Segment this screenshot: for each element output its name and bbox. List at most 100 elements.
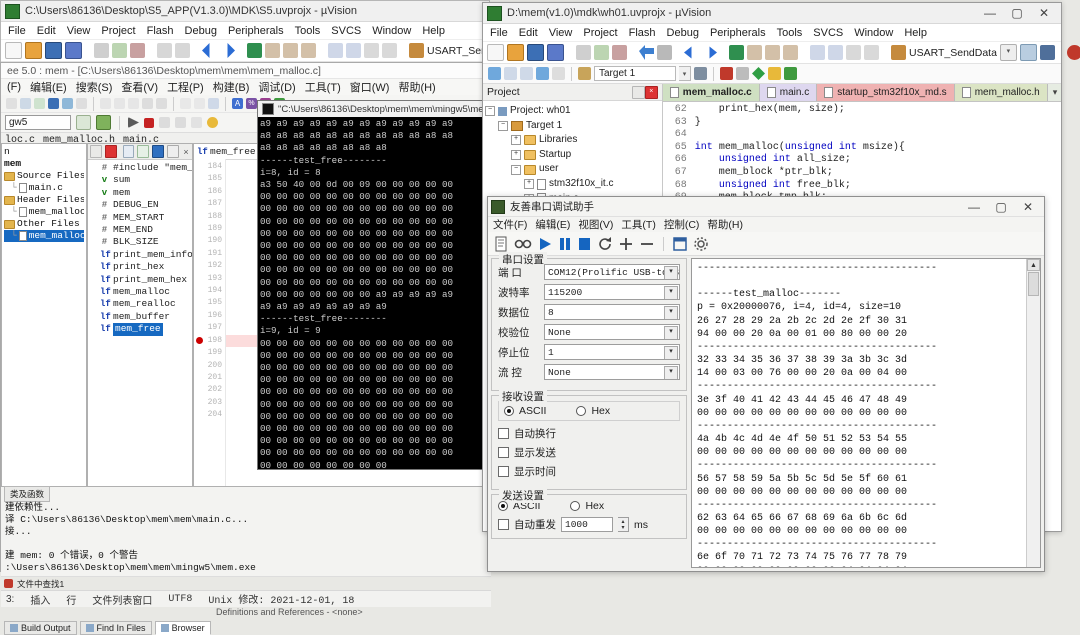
forward-icon[interactable] [702, 45, 717, 60]
pack-installer-icon[interactable] [720, 67, 733, 80]
paste-icon[interactable] [612, 45, 627, 60]
window-serial-assistant[interactable]: 友善串口调试助手 — ▢ ✕ 文件(F)编辑(E)视图(V)工具(T)控制(C)… [487, 196, 1045, 572]
si-tree-node-0[interactable]: n [4, 146, 84, 158]
save-all-icon[interactable] [62, 98, 73, 109]
forward-icon[interactable] [20, 98, 31, 109]
bookmark-icon[interactable] [247, 43, 262, 58]
uv-code-line-6[interactable]: 68 unsigned int free_blk; [663, 180, 1061, 193]
si-menu-item-8[interactable]: 窗口(W) [350, 79, 390, 95]
checkbox-icon[interactable] [498, 428, 509, 439]
console-titlebar[interactable]: "C:\Users\86136\Desktop\mem\mem\mingw5\m… [258, 101, 492, 117]
redo-icon[interactable] [175, 43, 190, 58]
comment-icon[interactable] [364, 43, 379, 58]
maximize-button[interactable]: ▢ [1004, 4, 1030, 22]
redo-icon[interactable] [657, 45, 672, 60]
new-icon[interactable] [34, 98, 45, 109]
undo-all-icon[interactable] [768, 67, 781, 80]
auto-resend-row[interactable]: 自动重发 1000 ▴▾ ms [498, 517, 680, 532]
serial-menu-item-2[interactable]: 视图(V) [578, 217, 613, 232]
copy-icon[interactable] [114, 98, 125, 109]
sort-type-icon[interactable] [137, 145, 149, 158]
uv-build-toolbar[interactable]: Target 1 ▾ [483, 64, 1061, 84]
port-setting-select[interactable]: None▾ [544, 364, 680, 380]
uv-tree-node-5[interactable]: +stm32f10x_it.c [485, 177, 660, 192]
back-icon[interactable] [202, 43, 217, 58]
si-symbol-item-7[interactable]: lfprint_mem_info [89, 249, 191, 261]
uv-menu-item-1[interactable]: Edit [519, 27, 538, 39]
copy-icon[interactable] [112, 43, 127, 58]
serial-menu-item-0[interactable]: 文件(F) [493, 217, 527, 232]
s5-menu-item-3[interactable]: Project [101, 25, 135, 37]
s5-toolbar[interactable]: USART_SendData ▾ [1, 40, 489, 62]
close-icon[interactable]: × [645, 86, 658, 99]
chevron-down-icon[interactable]: ▾ [664, 366, 678, 380]
si-symbol-item-11[interactable]: lfmem_realloc [89, 298, 191, 310]
font-icon[interactable]: A [232, 98, 243, 109]
uv-menu-item-6[interactable]: Peripherals [710, 27, 766, 39]
pause-icon[interactable] [558, 236, 572, 252]
minimize-button[interactable]: — [961, 198, 987, 216]
copy-icon[interactable] [594, 45, 609, 60]
send-hex-radio[interactable]: Hex [570, 500, 604, 512]
scrollbar-thumb[interactable] [1028, 272, 1039, 296]
si-symbol-item-1[interactable]: vsum [89, 174, 191, 186]
magnify-icon[interactable] [1067, 45, 1080, 60]
build-icon[interactable] [96, 115, 111, 130]
build-icon[interactable] [409, 43, 424, 58]
uv-code-line-3[interactable]: 65int mem_malloc(unsigned int msize){ [663, 142, 1061, 155]
paste-icon[interactable] [128, 98, 139, 109]
si-symbol-item-6[interactable]: #BLK_SIZE [89, 236, 191, 248]
resend-interval-input[interactable]: 1000 [561, 517, 613, 532]
save-icon[interactable] [45, 42, 62, 59]
s5-menu-item-1[interactable]: Edit [37, 25, 56, 37]
save-icon[interactable] [527, 44, 544, 61]
expander-icon[interactable]: − [485, 106, 495, 116]
uv-menu-item-8[interactable]: SVCS [813, 27, 843, 39]
si-symbol-item-3[interactable]: #DEBUG_EN [89, 199, 191, 211]
si-menu-item-3[interactable]: 查看(V) [121, 79, 158, 95]
uv-tree-node-1[interactable]: −Target 1 [485, 119, 660, 134]
play-icon[interactable] [537, 236, 553, 252]
next-item-icon[interactable] [752, 67, 765, 80]
si-menu-item-0[interactable]: (F) [7, 81, 21, 93]
cut-icon[interactable] [100, 98, 111, 109]
back-icon[interactable] [6, 98, 17, 109]
uv-titlebar[interactable]: D:\mem(v1.0)\mdk\wh01.uvprojx - µVision … [483, 3, 1061, 24]
minimize-button[interactable]: — [977, 4, 1003, 22]
recv-checkbox-list[interactable]: 自动换行显示发送显示时间 [498, 426, 680, 479]
back-icon[interactable] [684, 45, 699, 60]
si-bottom-tab-1[interactable]: Find In Files [80, 621, 152, 635]
undo-icon[interactable] [639, 45, 654, 60]
recv-check-0[interactable]: 自动换行 [498, 426, 680, 441]
si-symbol-item-5[interactable]: #MEM_END [89, 224, 191, 236]
chevron-down-icon[interactable]: ▾ [679, 66, 691, 81]
open-file-icon[interactable] [507, 44, 524, 61]
uv-code-line-5[interactable]: 67 mem_block *ptr_blk; [663, 167, 1061, 180]
s5-menu-item-4[interactable]: Flash [147, 25, 174, 37]
si-symbol-panel[interactable]: × ##include "mem_mallovsumvmem#DEBUG_EN#… [87, 143, 193, 487]
recv-ascii-radio[interactable]: ASCII [504, 405, 546, 417]
uv-editor-tab-1[interactable]: main.c [760, 84, 817, 101]
serial-titlebar[interactable]: 友善串口调试助手 — ▢ ✕ [488, 197, 1044, 217]
port-setting-select[interactable]: 115200▾ [544, 284, 680, 300]
s5-menu-item-6[interactable]: Peripherals [228, 25, 284, 37]
serial-toolbar[interactable] [488, 232, 1044, 256]
port-setting-select[interactable]: 8▾ [544, 304, 680, 320]
recv-hex-radio[interactable]: Hex [576, 405, 610, 417]
si-project-combo[interactable]: gw5 [5, 115, 71, 130]
new-file-icon[interactable] [5, 42, 22, 59]
port-setting-select[interactable]: None▾ [544, 324, 680, 340]
refresh-icon[interactable] [597, 236, 613, 252]
expand-icon[interactable] [167, 145, 179, 158]
manage-project-icon[interactable] [1040, 45, 1055, 60]
save-icon[interactable] [48, 98, 59, 109]
uv-editor-tab-2[interactable]: startup_stm32f10x_md.s [817, 84, 955, 101]
percent-icon[interactable]: % [246, 98, 257, 109]
scroll-up-icon[interactable]: ▲ [1027, 259, 1040, 271]
target-options-icon[interactable] [578, 67, 591, 80]
new-file-icon[interactable] [494, 236, 509, 252]
save-all-icon[interactable] [547, 44, 564, 61]
si-symbol-item-2[interactable]: vmem [89, 187, 191, 199]
clear-bookmarks-icon[interactable] [301, 43, 316, 58]
new-file-icon[interactable] [487, 44, 504, 61]
